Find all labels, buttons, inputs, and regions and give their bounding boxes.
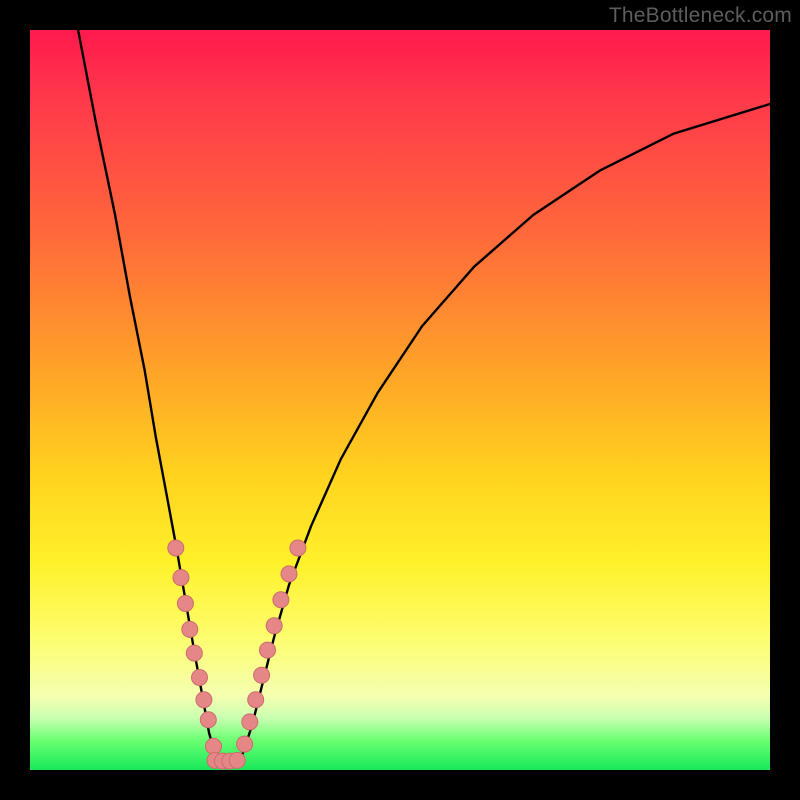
curve-marker xyxy=(260,642,276,658)
curve-marker xyxy=(248,692,264,708)
chart-frame: TheBottleneck.com xyxy=(0,0,800,800)
curve-marker xyxy=(266,618,282,634)
curve-marker xyxy=(168,540,184,556)
watermark-text: TheBottleneck.com xyxy=(609,4,792,28)
curve-marker xyxy=(229,752,245,768)
curve-marker xyxy=(242,714,258,730)
bottleneck-curve xyxy=(30,30,770,770)
curve-marker xyxy=(290,540,306,556)
curve-marker xyxy=(273,592,289,608)
curve-marker xyxy=(196,692,212,708)
curve-marker xyxy=(281,566,297,582)
curve-marker xyxy=(182,621,198,637)
curve-marker xyxy=(177,596,193,612)
curve-marker xyxy=(200,712,216,728)
v-curve-path xyxy=(78,30,770,761)
plot-area xyxy=(30,30,770,770)
curve-marker xyxy=(173,570,189,586)
curve-marker xyxy=(254,667,270,683)
curve-marker xyxy=(192,670,208,686)
curve-marker xyxy=(237,736,253,752)
curve-marker xyxy=(186,645,202,661)
curve-marker xyxy=(206,738,222,754)
